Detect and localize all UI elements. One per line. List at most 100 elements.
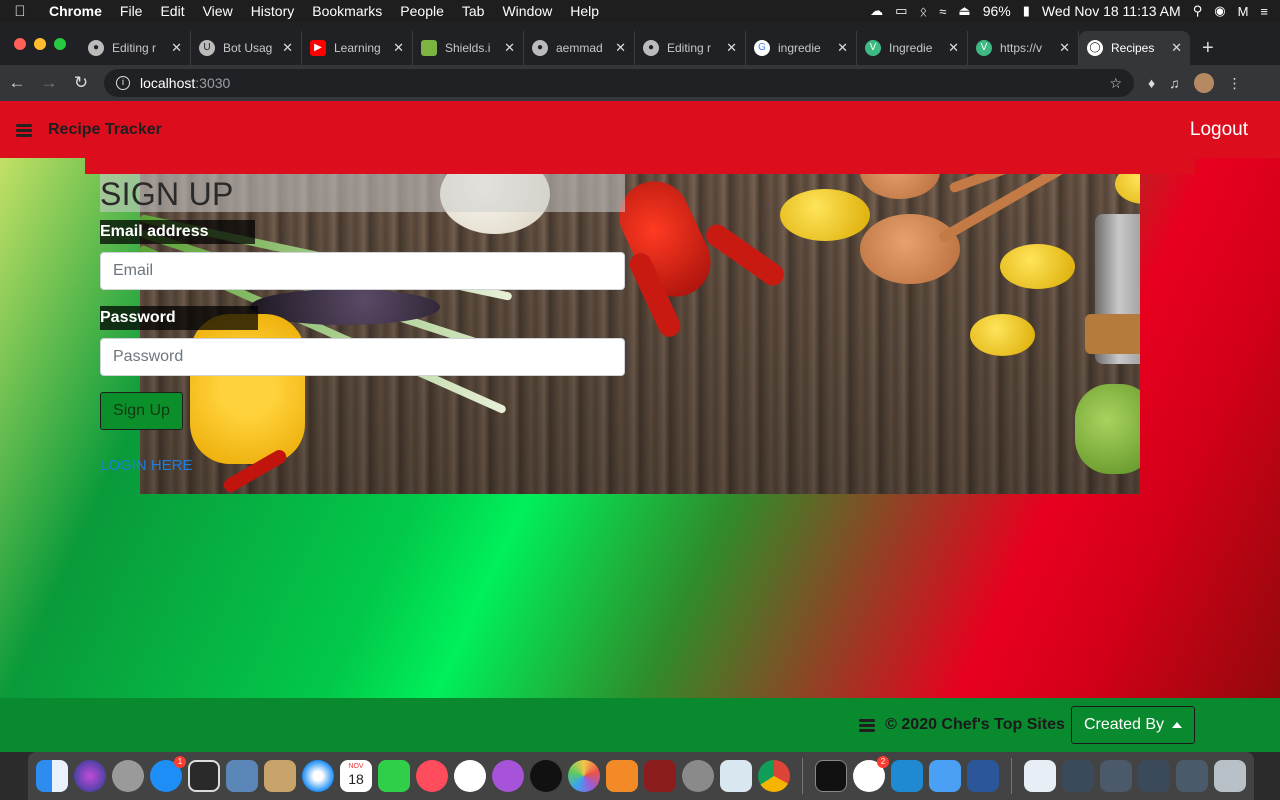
- menu-people[interactable]: People: [391, 0, 453, 22]
- close-tab-icon[interactable]: ✕: [393, 40, 404, 56]
- media-queue-icon[interactable]: ♫: [1169, 75, 1180, 91]
- siri-dock-icon[interactable]: [74, 760, 106, 792]
- forward-arrow-icon[interactable]: →: [40, 73, 58, 93]
- wooden-spoon-illustration: [860, 214, 960, 284]
- books-icon[interactable]: [606, 760, 638, 792]
- menu-view[interactable]: View: [194, 0, 242, 22]
- brand-title[interactable]: Recipe Tracker: [48, 121, 162, 139]
- menu-history[interactable]: History: [242, 0, 304, 22]
- terminal-icon[interactable]: [815, 760, 847, 792]
- created-by-dropup-button[interactable]: Created By: [1070, 706, 1195, 744]
- chrome-icon[interactable]: [758, 760, 790, 792]
- tab-label: Recipes: [1111, 41, 1155, 55]
- tab-0[interactable]: ● Editing r ✕: [80, 31, 191, 65]
- close-tab-icon[interactable]: ✕: [726, 40, 737, 56]
- close-tab-icon[interactable]: ✕: [948, 40, 959, 56]
- close-tab-icon[interactable]: ✕: [837, 40, 848, 56]
- tab-9-active[interactable]: ◯ Recipes ✕: [1079, 31, 1190, 65]
- maps-icon[interactable]: [720, 760, 752, 792]
- system-preferences-icon[interactable]: [682, 760, 714, 792]
- creative-cloud-icon[interactable]: ☁: [870, 3, 883, 19]
- globe-icon: ◯: [1087, 40, 1103, 56]
- podcasts-icon[interactable]: [492, 760, 524, 792]
- mission-control-icon[interactable]: [188, 760, 220, 792]
- address-bar[interactable]: i localhost:3030 ☆: [104, 69, 1134, 97]
- menu-tab[interactable]: Tab: [453, 0, 494, 22]
- vscode-icon[interactable]: [891, 760, 923, 792]
- safari-icon[interactable]: [302, 760, 334, 792]
- chrome-menu-icon[interactable]: ⋮: [1228, 75, 1242, 92]
- notification-center-icon[interactable]: ≡: [1260, 4, 1268, 19]
- tab-6[interactable]: Gingredie ✕: [746, 31, 857, 65]
- menu-window[interactable]: Window: [493, 0, 561, 22]
- tab-label: ingredie: [778, 41, 821, 55]
- apple-tv-icon[interactable]: [530, 760, 562, 792]
- menu-help[interactable]: Help: [561, 0, 608, 22]
- spotlight-search-icon[interactable]: ⚲: [1193, 3, 1203, 19]
- preview-icon[interactable]: [226, 760, 258, 792]
- fullscreen-window-icon[interactable]: [54, 37, 66, 50]
- xcode-icon[interactable]: [929, 760, 961, 792]
- menu-file[interactable]: File: [111, 0, 152, 22]
- menu-bookmarks[interactable]: Bookmarks: [303, 0, 391, 22]
- close-tab-icon[interactable]: ✕: [1059, 40, 1070, 56]
- eject-icon[interactable]: ⏏: [958, 3, 970, 19]
- profile-avatar[interactable]: [1193, 73, 1214, 93]
- siri-icon[interactable]: ◉: [1214, 3, 1225, 19]
- menu-edit[interactable]: Edit: [151, 0, 193, 22]
- news-icon[interactable]: [416, 760, 448, 792]
- tab-1[interactable]: U Bot Usag ✕: [191, 31, 302, 65]
- minimized-window-icon[interactable]: [1062, 760, 1094, 792]
- tab-3[interactable]: Shields.i ✕: [413, 31, 524, 65]
- document-icon[interactable]: [1024, 760, 1056, 792]
- top-navbar: Recipe Tracker Logout: [0, 101, 1280, 158]
- new-tab-button[interactable]: +: [1190, 31, 1226, 65]
- tab-8[interactable]: Vhttps://v ✕: [968, 31, 1079, 65]
- site-info-icon[interactable]: i: [116, 76, 130, 90]
- bluetooth-icon[interactable]: ᛟ: [919, 4, 927, 19]
- close-window-icon[interactable]: [14, 37, 26, 50]
- tab-7[interactable]: V Ingredie ✕: [857, 31, 968, 65]
- facetime-icon[interactable]: [378, 760, 410, 792]
- minimized-window-icon[interactable]: [1176, 760, 1208, 792]
- battery-icon[interactable]: ▮: [1023, 3, 1030, 19]
- bot-icon: U: [199, 40, 215, 56]
- password-field[interactable]: [100, 338, 625, 376]
- music-icon[interactable]: [454, 760, 486, 792]
- apple-menu-icon[interactable]: : [0, 3, 40, 20]
- bookmark-star-icon[interactable]: ☆: [1109, 75, 1122, 92]
- close-tab-icon[interactable]: ✕: [615, 40, 626, 56]
- close-tab-icon[interactable]: ✕: [171, 40, 182, 56]
- menu-app-name[interactable]: Chrome: [40, 0, 111, 22]
- photo-booth-icon[interactable]: [644, 760, 676, 792]
- tab-4[interactable]: ● aemmad ✕: [524, 31, 635, 65]
- m-app-icon[interactable]: M: [1238, 4, 1249, 19]
- minimized-window-icon[interactable]: [1100, 760, 1132, 792]
- contacts-icon[interactable]: [264, 760, 296, 792]
- back-arrow-icon[interactable]: ←: [8, 73, 26, 93]
- close-tab-icon[interactable]: ✕: [504, 40, 515, 56]
- launchpad-icon[interactable]: [112, 760, 144, 792]
- wifi-icon[interactable]: ≈: [939, 4, 946, 19]
- slack-icon[interactable]: 2: [853, 756, 889, 792]
- calendar-icon[interactable]: NOV 18: [340, 760, 372, 792]
- extensions-puzzle-icon[interactable]: ♦: [1148, 75, 1155, 91]
- tab-5[interactable]: ● Editing r ✕: [635, 31, 746, 65]
- logout-link[interactable]: Logout: [1190, 119, 1264, 141]
- clock[interactable]: Wed Nov 18 11:13 AM: [1042, 3, 1181, 19]
- airplay-icon[interactable]: ▭: [895, 3, 907, 19]
- sign-up-button[interactable]: Sign Up: [100, 392, 183, 430]
- close-tab-icon[interactable]: ✕: [1171, 40, 1182, 56]
- tab-2[interactable]: ▶ Learning ✕: [302, 31, 413, 65]
- email-field[interactable]: [100, 252, 625, 290]
- minimized-window-icon[interactable]: [1138, 760, 1170, 792]
- reload-icon[interactable]: ↻: [72, 73, 90, 93]
- trash-icon[interactable]: [1214, 760, 1246, 792]
- word-icon[interactable]: [967, 760, 999, 792]
- login-here-link[interactable]: LOGIN HERE: [100, 457, 193, 474]
- app-store-icon[interactable]: 1: [150, 756, 186, 792]
- photos-icon[interactable]: [568, 760, 600, 792]
- finder-icon[interactable]: [36, 760, 68, 792]
- minimize-window-icon[interactable]: [34, 37, 46, 50]
- close-tab-icon[interactable]: ✕: [282, 40, 293, 56]
